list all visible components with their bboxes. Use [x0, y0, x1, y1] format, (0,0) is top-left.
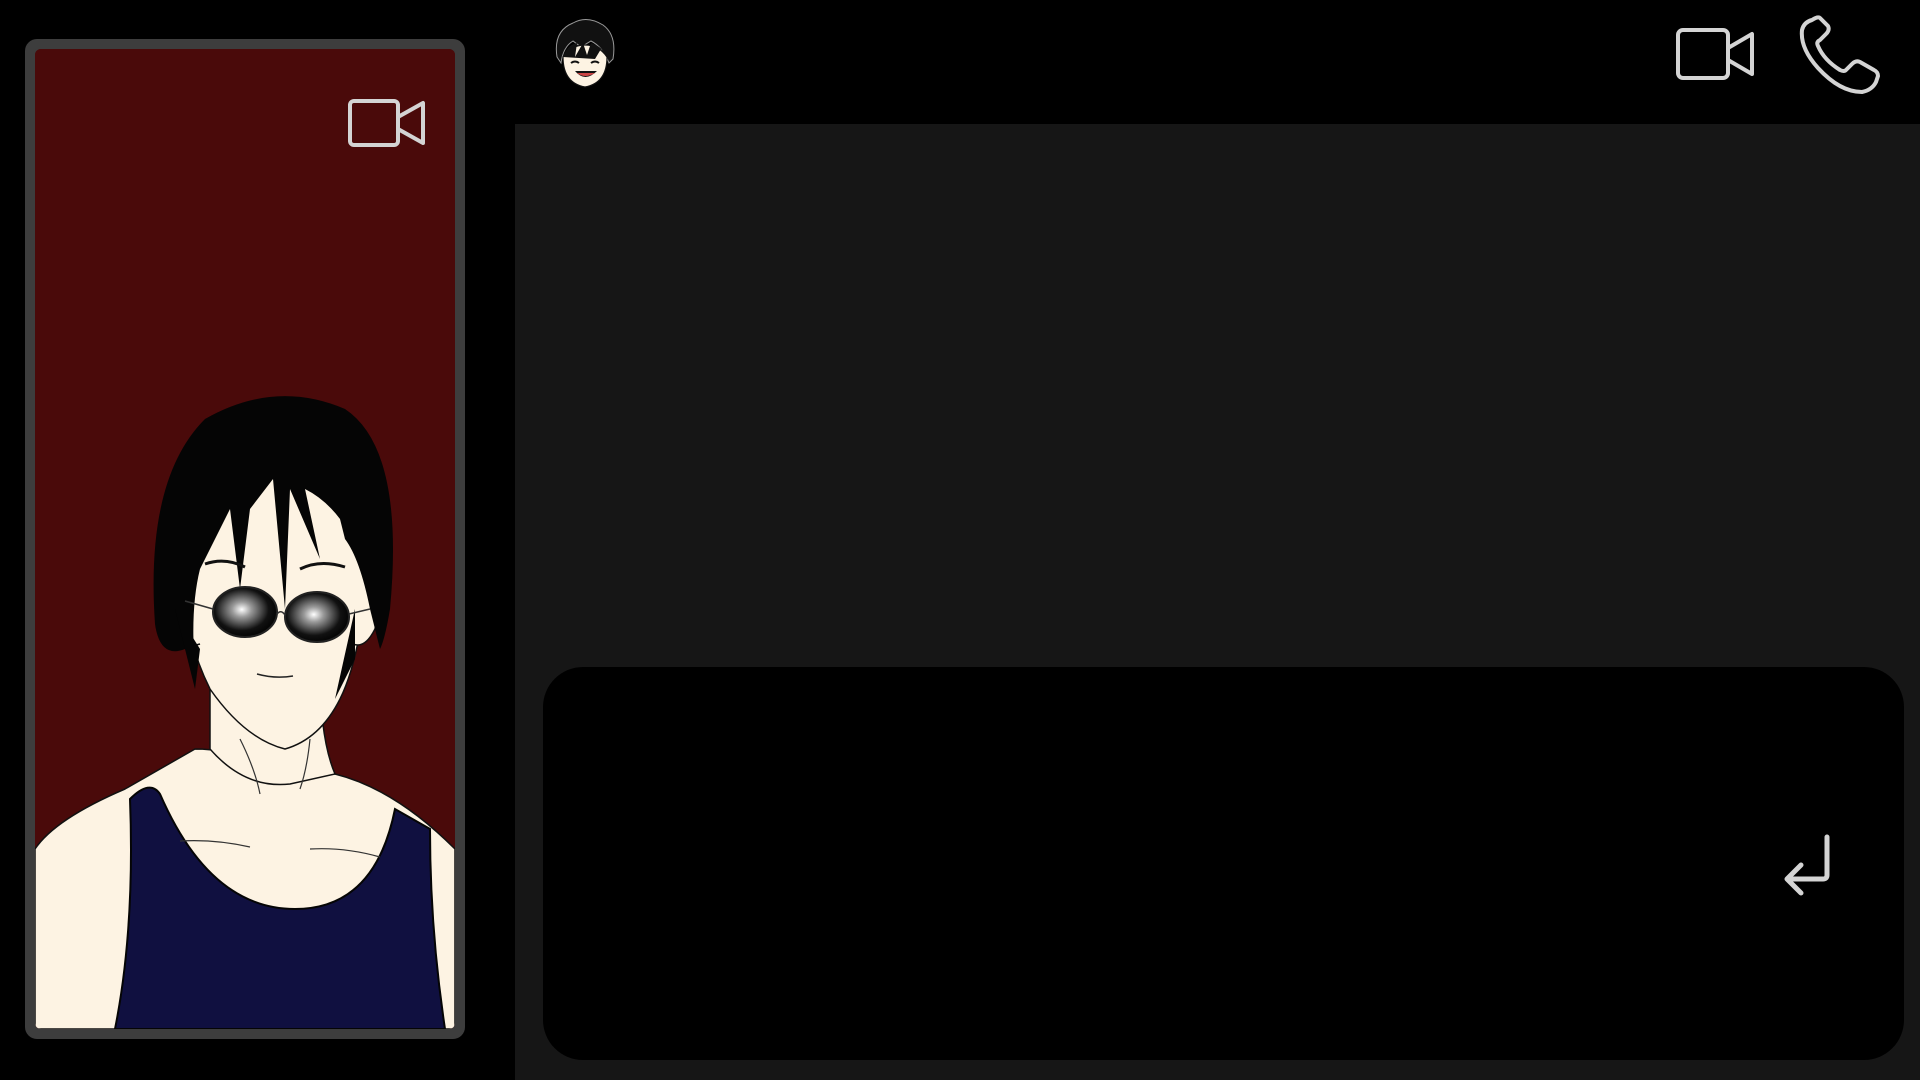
self-video-feed	[35, 49, 455, 1029]
voice-call-button[interactable]	[1798, 14, 1880, 96]
self-camera-toggle-icon[interactable]	[347, 97, 427, 149]
self-avatar-illustration	[35, 49, 455, 1029]
message-thread[interactable]	[515, 124, 1920, 1080]
chat-header	[515, 0, 1920, 124]
video-chat-app	[0, 0, 1920, 1080]
send-enter-icon[interactable]	[1771, 827, 1851, 907]
contact-avatar[interactable]	[551, 17, 617, 91]
self-video-preview	[25, 39, 465, 1039]
video-call-button[interactable]	[1675, 26, 1755, 82]
message-input[interactable]	[583, 697, 1767, 1031]
message-composer[interactable]	[543, 667, 1904, 1060]
